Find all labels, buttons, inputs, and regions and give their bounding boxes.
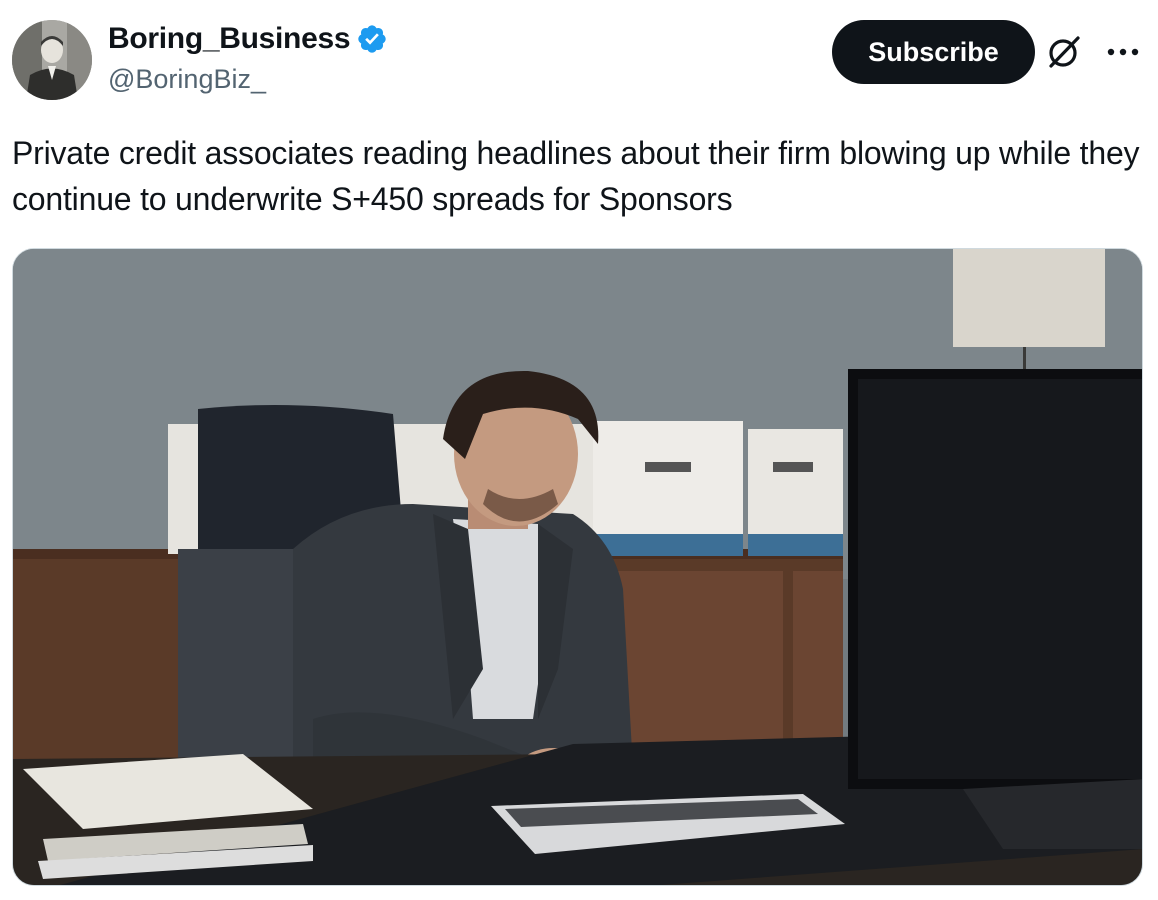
tweet-media-image[interactable]: [12, 248, 1143, 886]
author-avatar[interactable]: [12, 20, 92, 100]
grok-icon[interactable]: [1044, 32, 1084, 72]
tweet-text: Private credit associates reading headli…: [12, 135, 1140, 217]
more-options-icon[interactable]: [1100, 38, 1146, 66]
verified-badge-icon[interactable]: [356, 23, 388, 55]
author-display-name[interactable]: Boring_Business: [108, 22, 351, 56]
subscribe-button[interactable]: Subscribe: [832, 20, 1035, 84]
author-handle[interactable]: @BoringBiz_: [108, 64, 266, 95]
